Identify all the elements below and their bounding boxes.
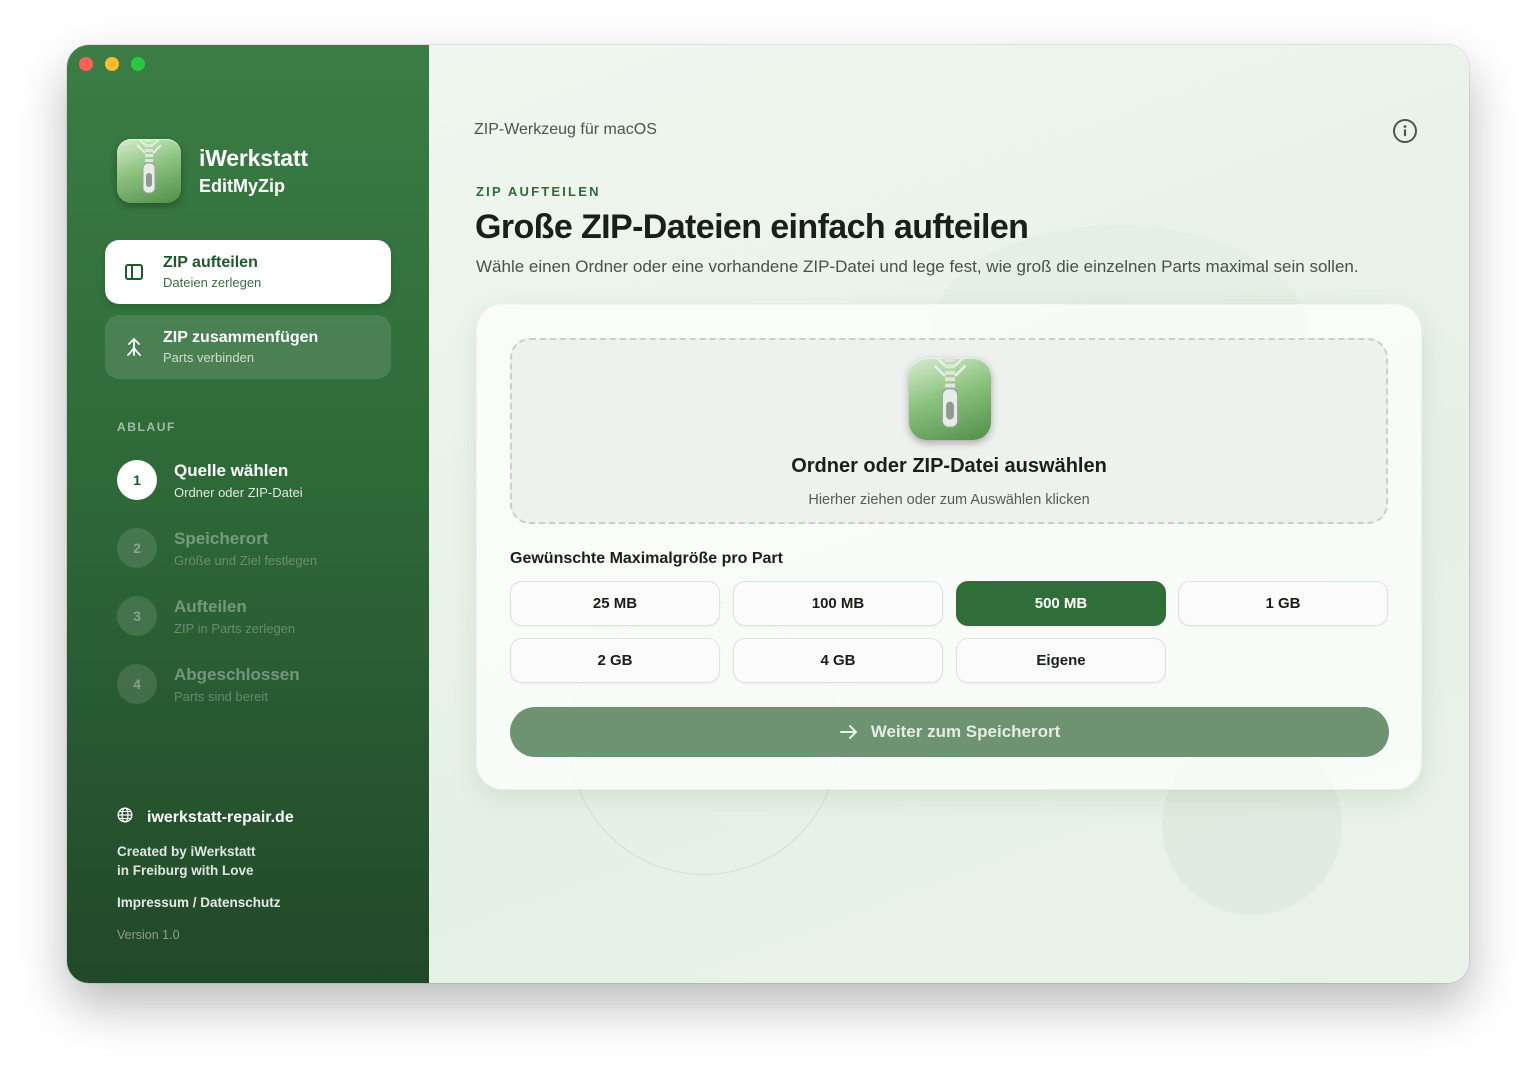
step-1: 1 Quelle wählen Ordner oder ZIP-Datei (117, 460, 303, 500)
size-option-2gb[interactable]: 2 GB (510, 638, 720, 683)
split-icon (123, 261, 145, 283)
main-content: ZIP-Werkzeug für macOS ZIP AUFTEILEN Gro… (429, 45, 1469, 983)
step-title: Aufteilen (174, 596, 247, 616)
step-subtitle: Größe und Ziel festlegen (174, 552, 318, 568)
size-option-1gb[interactable]: 1 GB (1178, 581, 1388, 626)
product-name: EditMyZip (199, 176, 285, 196)
version-label: Version 1.0 (117, 928, 180, 942)
step-number: 1 (117, 460, 157, 500)
minimize-window-button[interactable] (105, 57, 119, 71)
close-window-button[interactable] (79, 57, 93, 71)
brand: iWerkstatt EditMyZip (117, 139, 308, 203)
size-option-100mb[interactable]: 100 MB (733, 581, 943, 626)
split-card: Ordner oder ZIP-Datei auswählen Hierher … (477, 305, 1421, 789)
arrow-right-icon (839, 725, 857, 739)
steps-section-label: ABLAUF (117, 420, 176, 434)
drop-zone-title: Ordner oder ZIP-Datei auswählen (791, 455, 1107, 477)
size-option-500mb[interactable]: 500 MB (956, 581, 1166, 626)
step-title: Abgeschlossen (174, 664, 300, 684)
nav-zip-merge[interactable]: ZIP zusammenfügen Parts verbinden (105, 315, 391, 379)
step-number: 3 (117, 596, 157, 636)
nav-subtitle: Dateien zerlegen (163, 275, 262, 290)
sidebar: iWerkstatt EditMyZip ZIP aufteilen Datei… (67, 45, 429, 983)
continue-label: Weiter zum Speicherort (870, 722, 1061, 741)
continue-button[interactable]: Weiter zum Speicherort (510, 707, 1389, 757)
website-label: iwerkstatt-repair.de (147, 808, 294, 826)
zip-app-icon (909, 358, 991, 440)
section-kicker: ZIP AUFTEILEN (476, 184, 601, 199)
info-icon (1403, 125, 1407, 137)
zoom-window-button[interactable] (131, 57, 145, 71)
step-number: 4 (117, 664, 157, 704)
merge-icon (123, 336, 145, 358)
step-3: 3 Aufteilen ZIP in Parts zerlegen (117, 596, 295, 636)
page-title: Große ZIP-Dateien einfach aufteilen (475, 208, 1029, 246)
info-button[interactable] (1393, 119, 1417, 143)
step-title: Quelle wählen (174, 460, 289, 480)
brand-name: iWerkstatt (199, 145, 308, 171)
nav-subtitle: Parts verbinden (163, 350, 255, 365)
size-option-custom[interactable]: Eigene (956, 638, 1166, 683)
website-link[interactable]: iwerkstatt-repair.de (117, 807, 294, 828)
app-subtitle: ZIP-Werkzeug für macOS (474, 121, 657, 138)
page-description: Wähle einen Ordner oder eine vorhandene … (476, 257, 1359, 276)
size-label: Gewünschte Maximalgröße pro Part (510, 550, 783, 567)
step-subtitle: Ordner oder ZIP-Datei (174, 484, 303, 500)
legal-link[interactable]: Impressum / Datenschutz (117, 895, 281, 910)
credits-line: Created by iWerkstatt (117, 844, 256, 859)
drop-zone-hint: Hierher ziehen oder zum Auswählen klicke… (808, 492, 1090, 508)
step-2: 2 Speicherort Größe und Ziel festlegen (117, 528, 317, 568)
nav-title: ZIP aufteilen (163, 254, 258, 271)
globe-icon (117, 807, 133, 828)
credits-line: in Freiburg with Love (117, 863, 254, 878)
nav-title: ZIP zusammenfügen (163, 329, 319, 346)
app-window: iWerkstatt EditMyZip ZIP aufteilen Datei… (67, 45, 1469, 983)
step-number: 2 (117, 528, 157, 568)
credits: Created by iWerkstatt in Freiburg with L… (117, 842, 256, 880)
nav-zip-split[interactable]: ZIP aufteilen Dateien zerlegen (105, 240, 391, 304)
size-option-4gb[interactable]: 4 GB (733, 638, 943, 683)
size-option-25mb[interactable]: 25 MB (510, 581, 720, 626)
zip-app-icon (117, 139, 181, 203)
file-drop-zone[interactable]: Ordner oder ZIP-Datei auswählen Hierher … (510, 338, 1388, 524)
step-title: Speicherort (174, 528, 269, 548)
window-controls (79, 57, 145, 71)
step-4: 4 Abgeschlossen Parts sind bereit (117, 664, 300, 704)
step-subtitle: ZIP in Parts zerlegen (174, 620, 296, 636)
step-subtitle: Parts sind bereit (174, 688, 268, 704)
